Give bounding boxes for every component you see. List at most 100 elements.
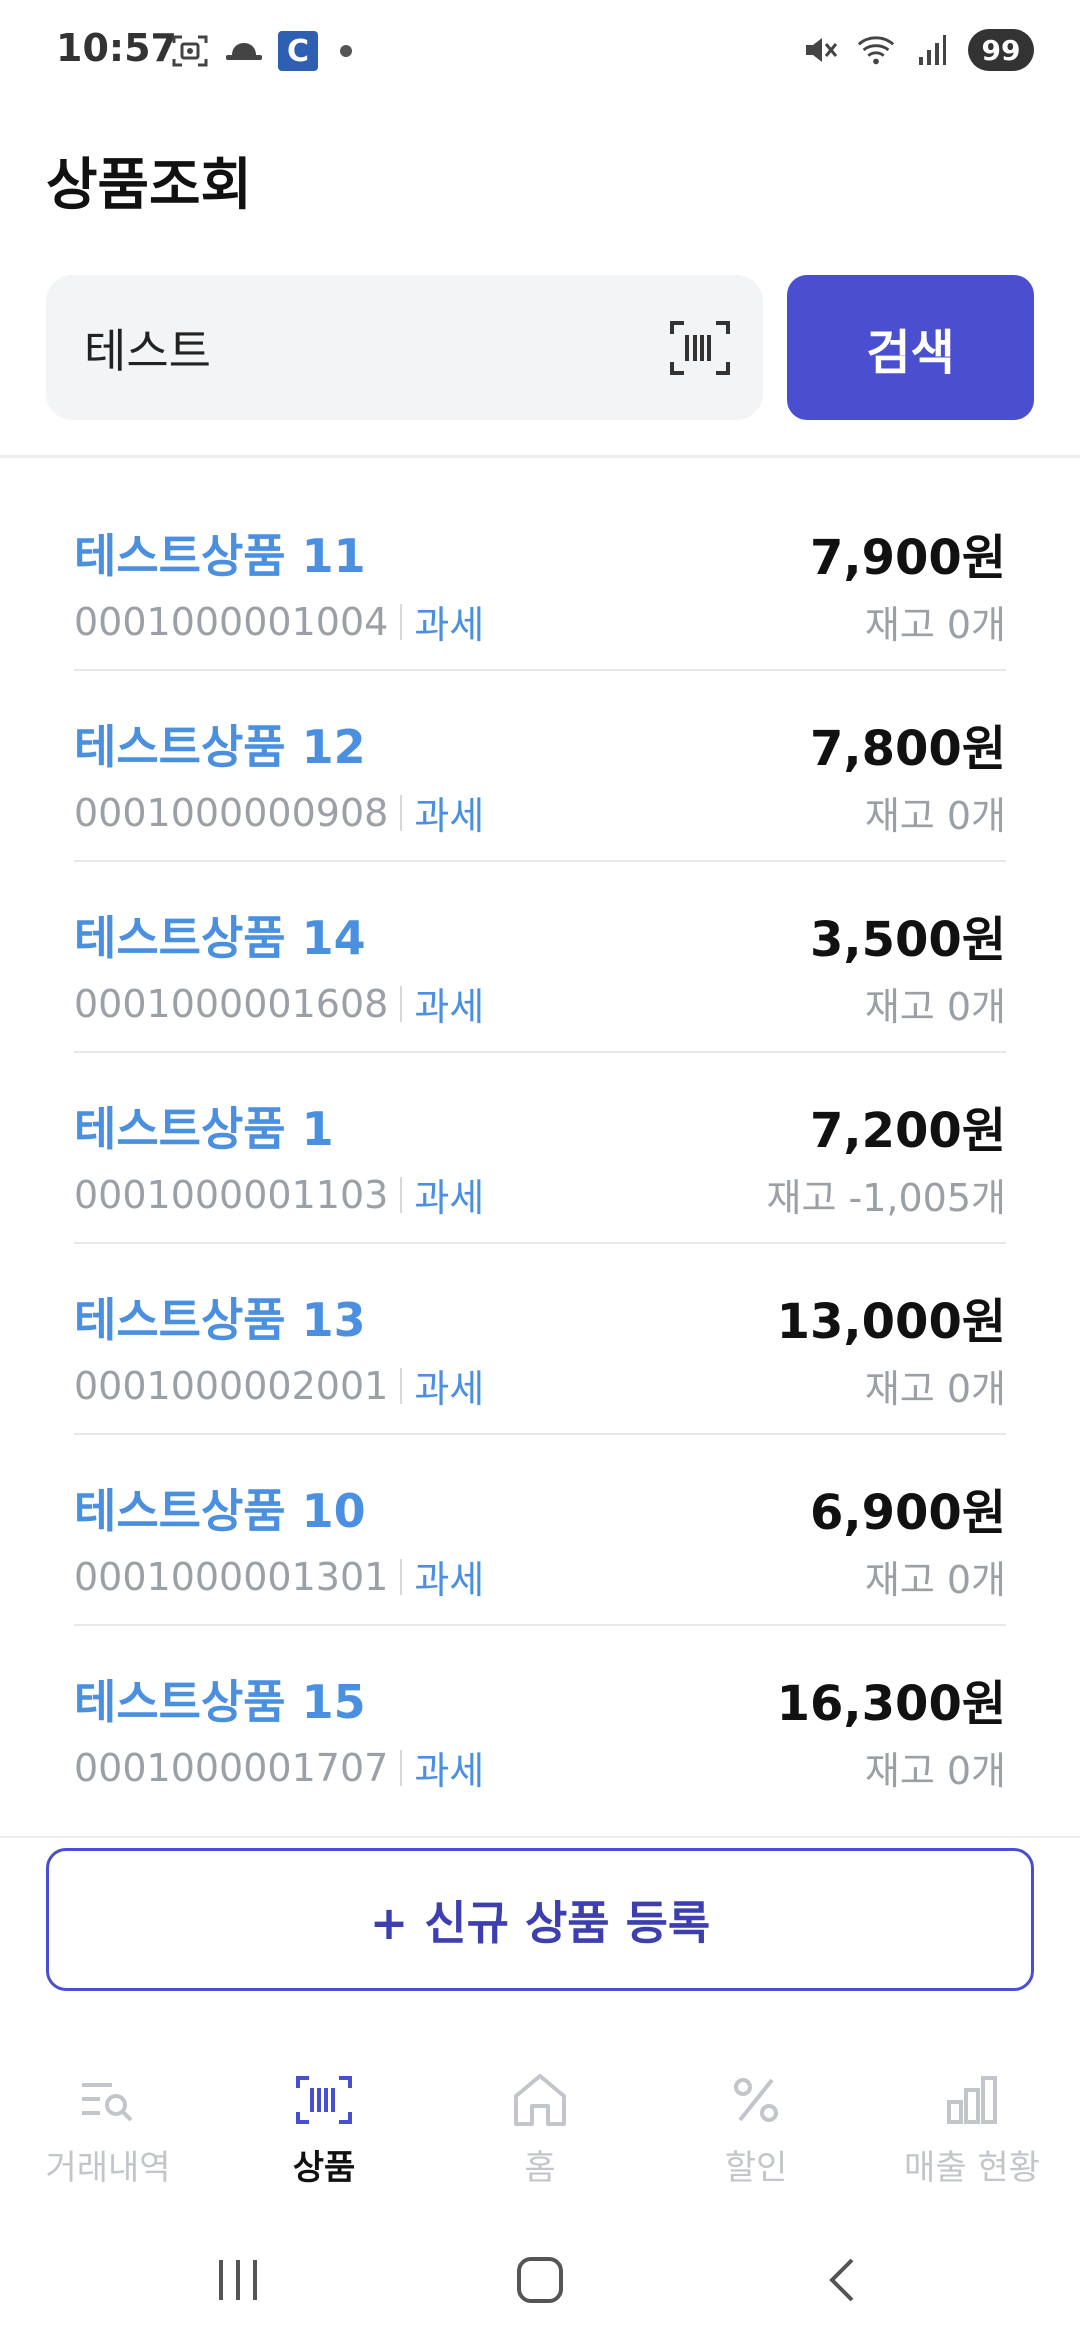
product-stock: 재고 0개 (864, 1749, 1006, 1793)
product-meta: 0001000001103 과세 (74, 1167, 484, 1222)
product-stock: 재고 -1,005개 (766, 1176, 1006, 1220)
signal-icon (912, 32, 952, 68)
product-stock: 재고 0개 (864, 985, 1006, 1029)
separator (400, 1558, 403, 1595)
product-code: 0001000001301 (74, 1554, 389, 1599)
product-row[interactable]: 테스트상품 11 0001000001004 과세 7,900원재고 0개 (74, 480, 1006, 671)
transactions-icon (76, 2068, 140, 2132)
product-stock: 재고 0개 (864, 1367, 1006, 1411)
product-code: 0001000000908 (74, 790, 389, 835)
nav-item-transactions[interactable]: 거래내역 (0, 2050, 216, 2210)
nav-item-products[interactable]: 상품 (216, 2050, 432, 2210)
mute-icon (800, 32, 840, 68)
tax-type: 과세 (414, 1558, 485, 1602)
nav-item-sales[interactable]: 매출 현황 (864, 2050, 1080, 2210)
barcode-icon (292, 2068, 356, 2132)
back-icon (829, 2258, 854, 2302)
product-list: 테스트상품 11 0001000001004 과세 7,900원 재고 0개 테스트상품 … (74, 480, 1006, 1817)
product-name: 테스트상품 15 (74, 1675, 366, 1729)
tax-type: 과세 (414, 1176, 485, 1220)
home-system-button[interactable] (500, 2250, 580, 2310)
back-button[interactable] (802, 2250, 882, 2310)
product-name: 테스트상품 13 (74, 1293, 366, 1347)
hat-icon (224, 33, 264, 69)
separator (400, 985, 403, 1022)
barcode-icon (670, 321, 730, 375)
bottom-nav: 거래내역 상품 홈 할인 매출 현황 (0, 2050, 1080, 2210)
product-price: 6,900원 (810, 1485, 1006, 1541)
system-nav-bar (0, 2220, 1080, 2340)
product-row[interactable]: 테스트상품 13 0001000002001 과세 13,000원재고 0개 (74, 1244, 1006, 1435)
product-price: 7,200원 (810, 1103, 1006, 1159)
percent-icon (724, 2068, 788, 2132)
product-price: 16,300원 (776, 1676, 1006, 1732)
wifi-icon (856, 32, 896, 68)
nav-label: 거래내역 (45, 2148, 171, 2188)
barcode-scan-button[interactable] (669, 317, 731, 379)
nav-label: 매출 현황 (904, 2148, 1040, 2188)
product-meta: 0001000001707 과세 (74, 1740, 484, 1795)
product-row[interactable]: 테스트상품 14 0001000001608 과세 3,500원재고 0개 (74, 862, 1006, 1053)
separator (400, 1367, 403, 1404)
divider (0, 1836, 1080, 1838)
product-code: 0001000001004 (74, 599, 389, 644)
product-price: 3,500원 (810, 912, 1006, 968)
product-code: 0001000001707 (74, 1745, 389, 1790)
c-app-icon: C (278, 31, 318, 71)
status-bar: 10:57 C 99 (0, 0, 1080, 100)
search-input[interactable] (84, 275, 644, 420)
separator (400, 794, 403, 831)
product-name: 테스트상품 14 (74, 911, 366, 965)
screenshot-icon (170, 33, 210, 69)
screen: 10:57 C 99 상품조회 테스트 검색 테스트상품 11 00010000… (0, 0, 1080, 2340)
tax-type: 과세 (414, 1749, 485, 1793)
tax-type: 과세 (414, 603, 485, 647)
product-meta: 0001000002001 과세 (74, 1358, 484, 1413)
tax-type: 과세 (414, 1367, 485, 1411)
dot-icon (340, 45, 352, 57)
status-time: 10:57 (56, 26, 177, 70)
product-name: 테스트상품 11 (74, 529, 366, 583)
battery-icon: 99 (968, 29, 1034, 71)
register-product-button[interactable]: + 신규 상품 등록 (46, 1848, 1034, 1991)
product-name: 테스트상품 1 (74, 1102, 334, 1156)
product-price: 7,800원 (810, 721, 1006, 777)
separator (400, 1749, 403, 1786)
page-title: 상품조회 (46, 153, 253, 218)
product-price: 13,000원 (776, 1294, 1006, 1350)
status-icons-left: C (170, 30, 352, 72)
product-stock: 재고 0개 (864, 794, 1006, 838)
product-meta: 0001000000908 과세 (74, 785, 484, 840)
product-code: 0001000002001 (74, 1363, 389, 1408)
product-row[interactable]: 테스트상품 12 0001000000908 과세 7,800원재고 0개 (74, 671, 1006, 862)
nav-label: 할인 (724, 2148, 788, 2188)
recent-apps-icon (219, 2260, 257, 2300)
product-name: 테스트상품 12 (74, 720, 366, 774)
home-circle-icon (517, 2257, 563, 2303)
separator (400, 1176, 403, 1213)
nav-item-discount[interactable]: 할인 (648, 2050, 864, 2210)
product-name: 테스트상품 10 (74, 1484, 366, 1538)
product-row[interactable]: 테스트상품 15 0001000001707 과세 16,300원재고 0개 (74, 1626, 1006, 1817)
product-meta: 0001000001301 과세 (74, 1549, 484, 1604)
product-row[interactable]: 테스트상품 1 0001000001103 과세 7,200원재고 -1,005개 (74, 1053, 1006, 1244)
product-price: 7,900원 (810, 530, 1006, 586)
product-stock: 재고 0개 (864, 1558, 1006, 1602)
separator (400, 603, 403, 640)
product-stock: 재고 0개 (864, 603, 1006, 647)
product-code: 0001000001103 (74, 1172, 389, 1217)
tax-type: 과세 (414, 794, 485, 838)
nav-label: 상품 (292, 2148, 356, 2188)
recent-apps-button[interactable] (198, 2250, 278, 2310)
bar-chart-icon (940, 2068, 1004, 2132)
product-meta: 0001000001004 과세 (74, 594, 484, 649)
product-meta: 0001000001608 과세 (74, 976, 484, 1031)
product-row[interactable]: 테스트상품 10 0001000001301 과세 6,900원재고 0개 (74, 1435, 1006, 1626)
home-icon (508, 2068, 572, 2132)
tax-type: 과세 (414, 985, 485, 1029)
divider (0, 455, 1080, 458)
nav-item-home[interactable]: 홈 (432, 2050, 648, 2210)
search-button[interactable]: 검색 (787, 275, 1034, 420)
nav-label: 홈 (524, 2148, 556, 2188)
search-box (46, 275, 763, 420)
